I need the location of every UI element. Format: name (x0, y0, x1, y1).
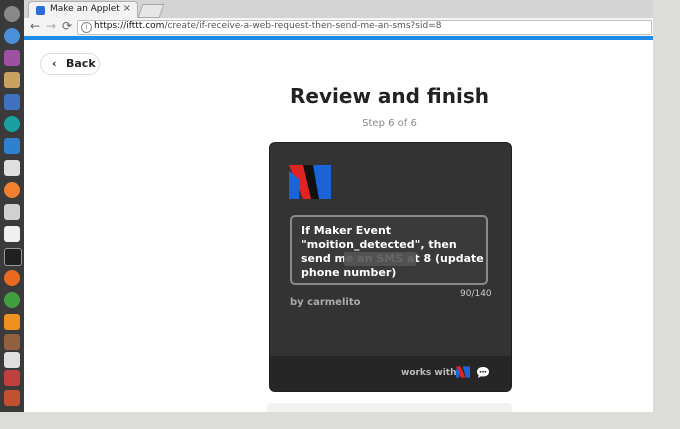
card-footer: works with (270, 356, 511, 391)
doc-icon[interactable] (4, 352, 20, 368)
page-accent-bar (24, 36, 653, 40)
tab-close-icon[interactable]: × (123, 3, 131, 14)
redacted-phone-number (344, 252, 416, 266)
orange-app-icon[interactable] (4, 182, 20, 198)
browser-window: Make an Applet - IF × ← → ⟳ i https://if… (24, 0, 653, 412)
vlc-icon[interactable] (4, 314, 20, 330)
chevron-left-icon: ‹ (52, 57, 57, 70)
forward-arrow-icon[interactable]: → (44, 19, 58, 33)
browser-toolbar: ← → ⟳ i https://ifttt.com/create/if-rece… (24, 18, 653, 36)
terminal-icon[interactable] (4, 248, 22, 266)
tab-make-an-applet[interactable]: Make an Applet - IF × (28, 1, 138, 19)
ifttt-favicon-icon (36, 6, 45, 15)
apps-icon[interactable] (4, 138, 20, 154)
chrome-icon[interactable] (4, 28, 20, 44)
sms-chat-bubble-icon (477, 367, 489, 378)
page-title: Review and finish (290, 84, 489, 108)
window-manager-icon[interactable] (4, 50, 20, 66)
maker-mini-logo-icon (456, 366, 470, 378)
ubuntu-software-icon[interactable] (4, 160, 20, 176)
files-icon[interactable] (4, 72, 20, 88)
url-text: https://ifttt.com/create/if-receive-a-we… (94, 21, 441, 31)
next-section-card (267, 403, 512, 412)
url-path: /create/if-receive-a-web-request-then-se… (164, 21, 442, 31)
launcher-bar (0, 0, 25, 412)
character-counter: 90/140 (460, 289, 492, 299)
address-bar[interactable]: i https://ifttt.com/create/if-receive-a-… (77, 20, 652, 35)
maker-webhooks-logo-icon (289, 165, 331, 199)
back-button[interactable]: ‹ Back (40, 53, 100, 75)
site-info-icon[interactable]: i (81, 22, 92, 33)
photo-icon[interactable] (4, 94, 20, 110)
back-button-label: Back (66, 57, 96, 70)
arduino-icon[interactable] (4, 116, 20, 132)
drive-icon[interactable] (4, 204, 20, 220)
tab-strip: Make an Applet - IF × (24, 0, 653, 19)
applet-title-field[interactable]: If Maker Event "moition_detected", then … (290, 215, 488, 285)
url-host: https://ifttt.com (94, 21, 165, 31)
editor-icon[interactable] (4, 226, 20, 242)
desktop-bottom-strip (0, 412, 680, 429)
network-icon[interactable] (4, 370, 20, 386)
trash-icon[interactable] (4, 390, 20, 406)
firefox-icon[interactable] (4, 270, 20, 286)
books-icon[interactable] (4, 334, 20, 350)
author-byline: by carmelito (290, 297, 361, 308)
tab-title: Make an Applet - IF (50, 4, 122, 14)
back-arrow-icon[interactable]: ← (28, 19, 42, 33)
reload-icon[interactable]: ⟳ (60, 19, 74, 33)
new-tab-button[interactable] (137, 4, 165, 18)
works-with-label: works with (401, 368, 457, 378)
ubuntu-logo-icon[interactable] (4, 6, 20, 22)
step-indicator: Step 6 of 6 (362, 118, 417, 129)
applet-card: If Maker Event "moition_detected", then … (269, 142, 512, 392)
globe-icon[interactable] (4, 292, 20, 308)
